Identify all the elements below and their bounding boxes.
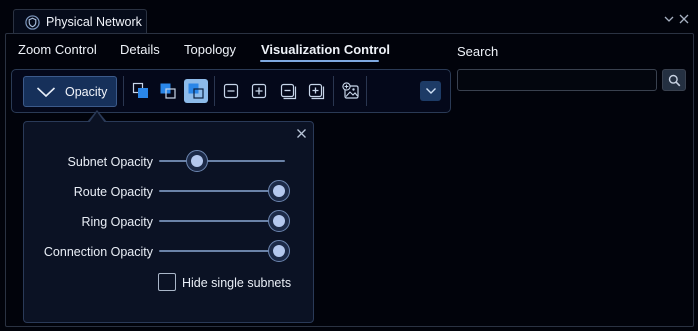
search-input[interactable] bbox=[457, 69, 657, 91]
zoom-out-icon bbox=[223, 83, 239, 99]
toolbar-separator bbox=[123, 76, 124, 106]
physical-network-window: Physical Network Zoom Control Details To… bbox=[0, 0, 698, 331]
send-backward-icon bbox=[160, 83, 176, 99]
connection-opacity-thumb[interactable] bbox=[268, 240, 290, 262]
zoom-in-button[interactable] bbox=[247, 79, 271, 103]
tab-details[interactable]: Details bbox=[120, 42, 160, 57]
send-backward-button[interactable] bbox=[156, 79, 180, 103]
search-label: Search bbox=[457, 44, 499, 59]
add-image-icon bbox=[342, 82, 359, 99]
toolbar-more-button[interactable] bbox=[420, 81, 441, 101]
add-image-button[interactable] bbox=[339, 79, 363, 103]
ring-opacity-slider[interactable] bbox=[159, 220, 285, 222]
bring-to-front-button[interactable] bbox=[129, 79, 153, 103]
zoom-out-alt-button[interactable] bbox=[276, 79, 300, 103]
send-to-back-icon bbox=[188, 83, 204, 99]
toolbar-separator bbox=[333, 76, 334, 106]
toolbar-separator bbox=[366, 76, 367, 106]
popup-pointer-fill bbox=[89, 112, 105, 123]
search-icon bbox=[668, 74, 680, 86]
connection-opacity-label: Connection Opacity bbox=[43, 245, 153, 259]
window-title: Physical Network bbox=[46, 15, 142, 29]
subnet-opacity-label: Subnet Opacity bbox=[67, 155, 153, 169]
toolbar-separator bbox=[214, 76, 215, 106]
close-icon[interactable] bbox=[296, 128, 307, 139]
hide-single-subnets-label: Hide single subnets bbox=[182, 276, 292, 290]
zoom-in-icon bbox=[251, 83, 267, 99]
bring-to-front-icon bbox=[132, 82, 148, 98]
ring-opacity-label: Ring Opacity bbox=[81, 215, 153, 229]
hide-single-subnets-checkbox[interactable] bbox=[158, 273, 176, 291]
tab-visualization-control[interactable]: Visualization Control bbox=[261, 42, 390, 57]
route-opacity-label: Route Opacity bbox=[73, 185, 153, 199]
shield-network-icon bbox=[25, 14, 40, 30]
active-tab-indicator bbox=[260, 60, 379, 62]
tab-zoom-control[interactable]: Zoom Control bbox=[18, 42, 97, 57]
route-opacity-slider[interactable] bbox=[159, 190, 285, 192]
chevron-down-icon bbox=[36, 86, 56, 97]
document-tab[interactable]: Physical Network bbox=[13, 9, 147, 34]
route-opacity-thumb[interactable] bbox=[268, 180, 290, 202]
tab-topology[interactable]: Topology bbox=[184, 42, 236, 57]
zoom-in-alt-icon bbox=[308, 83, 324, 99]
send-to-back-button[interactable] bbox=[184, 79, 208, 103]
chevron-down-icon bbox=[425, 88, 436, 94]
subnet-opacity-thumb[interactable] bbox=[185, 150, 208, 172]
zoom-out-alt-icon bbox=[280, 83, 296, 99]
chevron-down-icon[interactable] bbox=[663, 13, 675, 25]
zoom-out-button[interactable] bbox=[219, 79, 243, 103]
opacity-button-label: Opacity bbox=[65, 84, 108, 99]
opacity-dropdown-button[interactable]: Opacity bbox=[23, 76, 117, 107]
ring-opacity-thumb[interactable] bbox=[268, 210, 290, 232]
connection-opacity-slider[interactable] bbox=[159, 250, 285, 252]
close-icon[interactable] bbox=[678, 13, 690, 25]
search-button[interactable] bbox=[662, 69, 686, 91]
subnet-opacity-slider[interactable] bbox=[159, 160, 285, 162]
zoom-in-alt-button[interactable] bbox=[304, 79, 328, 103]
